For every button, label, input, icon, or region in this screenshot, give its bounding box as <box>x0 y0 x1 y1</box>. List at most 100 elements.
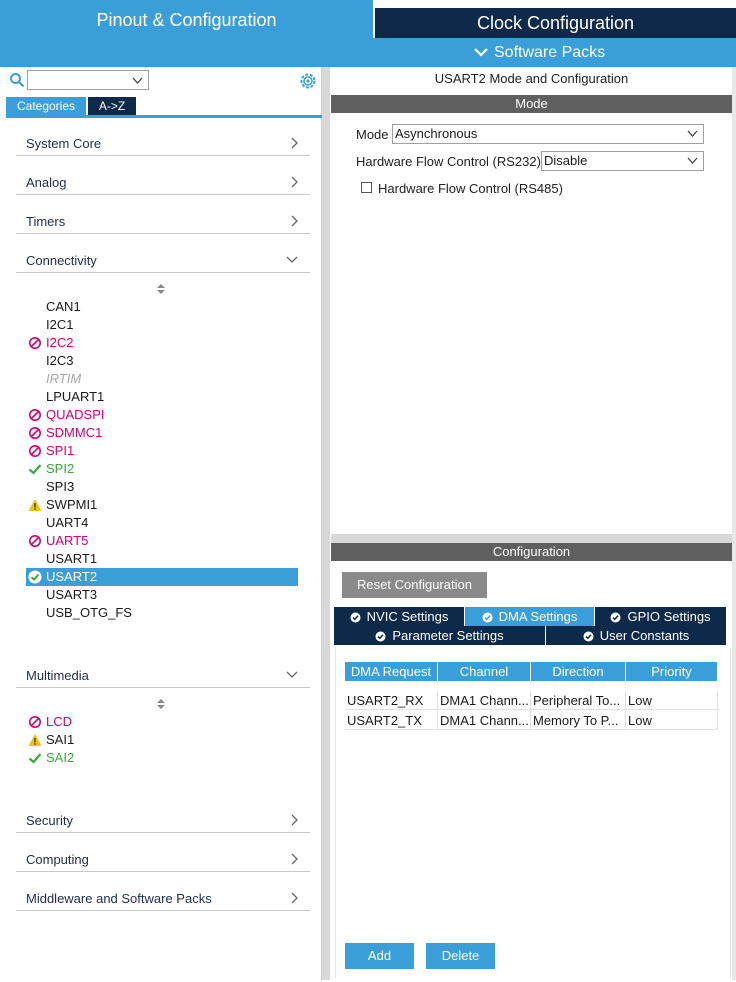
list-item-swpmi1[interactable]: SWPMI1 <box>26 496 298 514</box>
category-label: Timers <box>26 214 66 229</box>
configuration-section-header: Configuration <box>331 543 732 561</box>
list-item-label: USART1 <box>46 551 98 566</box>
table-cell: Low <box>626 711 718 730</box>
tab-label: GPIO Settings <box>627 609 711 624</box>
list-item-spi2[interactable]: SPI2 <box>26 460 298 478</box>
column-header[interactable]: Direction <box>531 662 625 681</box>
check-circle-icon <box>482 612 493 623</box>
category-analog[interactable]: Analog <box>16 165 310 195</box>
list-item-irtim[interactable]: IRTIM <box>26 370 298 388</box>
category-timers[interactable]: Timers <box>16 204 310 234</box>
column-header[interactable]: Channel <box>438 662 530 681</box>
column-header[interactable]: Priority <box>626 662 717 681</box>
tab-pinout-configuration[interactable]: Pinout & Configuration <box>0 0 373 38</box>
panel-splitter[interactable] <box>322 67 330 980</box>
list-item-label: I2C3 <box>46 353 74 368</box>
mode-label: Mode <box>356 127 389 142</box>
table-cell: Peripheral To... <box>531 691 626 710</box>
tab-dma-settings[interactable]: DMA Settings <box>465 607 594 626</box>
check-circle-icon <box>28 570 42 584</box>
category-label: Multimedia <box>26 668 89 683</box>
software-packs-label: Software Packs <box>494 44 606 61</box>
category-security[interactable]: Security <box>16 803 310 833</box>
category-connectivity[interactable]: Connectivity <box>16 243 310 273</box>
search-icon[interactable] <box>9 72 25 88</box>
list-item-label: SPI1 <box>46 443 75 458</box>
list-item-label: SDMMC1 <box>46 425 103 440</box>
list-item-sdmmc1[interactable]: SDMMC1 <box>26 424 298 442</box>
list-item-label: SWPMI1 <box>46 497 98 512</box>
list-item-label: LPUART1 <box>46 389 105 404</box>
chevron-down-icon[interactable] <box>132 77 143 84</box>
delete-button[interactable]: Delete <box>426 943 495 969</box>
tab-categories[interactable]: Categories <box>6 97 86 115</box>
tab-nvic-settings[interactable]: NVIC Settings <box>334 607 464 626</box>
add-button[interactable]: Add <box>345 943 414 969</box>
software-packs-bar[interactable]: Software Packs <box>0 38 736 67</box>
list-item-quadspi[interactable]: QUADSPI <box>26 406 298 424</box>
list-item-sai1[interactable]: SAI1 <box>26 731 298 749</box>
table-cell: Memory To P... <box>531 711 626 730</box>
chevron-right-icon <box>291 814 298 826</box>
list-item-i2c3[interactable]: I2C3 <box>26 352 298 370</box>
list-item-usart3[interactable]: USART3 <box>26 586 298 604</box>
section-splitter[interactable] <box>331 534 736 543</box>
tab-user-constants[interactable]: User Constants <box>546 626 726 645</box>
category-computing[interactable]: Computing <box>16 842 310 872</box>
tab-label: Parameter Settings <box>392 628 504 643</box>
search-input[interactable] <box>27 70 149 90</box>
list-item-sai2[interactable]: SAI2 <box>26 749 298 767</box>
list-item-label: SAI1 <box>46 732 75 747</box>
check-icon <box>28 464 42 475</box>
list-item-label: LCD <box>46 714 73 729</box>
list-item-uart5[interactable]: UART5 <box>26 532 298 550</box>
list-item-usart2[interactable]: USART2 <box>26 568 298 586</box>
gear-icon[interactable] <box>298 71 318 91</box>
check-circle-icon <box>583 631 594 642</box>
list-item-lpuart1[interactable]: LPUART1 <box>26 388 298 406</box>
chevron-right-icon <box>291 176 298 188</box>
table-cell: DMA1 Chann... <box>438 711 531 730</box>
list-item-i2c1[interactable]: I2C1 <box>26 316 298 334</box>
chevron-down-icon <box>286 256 298 263</box>
list-item-label: SPI2 <box>46 461 75 476</box>
sort-icon[interactable] <box>156 698 166 710</box>
list-item-spi1[interactable]: SPI1 <box>26 442 298 460</box>
blocked-icon <box>29 445 41 457</box>
list-item-usb_otg_fs[interactable]: USB_OTG_FS <box>26 604 298 622</box>
list-item-uart4[interactable]: UART4 <box>26 514 298 532</box>
chevron-down-icon <box>687 157 698 164</box>
list-item-usart1[interactable]: USART1 <box>26 550 298 568</box>
hfc-rs232-value: Disable <box>544 153 588 168</box>
check-circle-icon <box>350 612 361 623</box>
category-label: Computing <box>26 852 89 867</box>
list-item-i2c2[interactable]: I2C2 <box>26 334 298 352</box>
list-item-label: I2C1 <box>46 317 74 332</box>
mode-config-title: USART2 Mode and Configuration <box>434 71 629 86</box>
list-item-spi3[interactable]: SPI3 <box>26 478 298 496</box>
reset-configuration-button[interactable]: Reset Configuration <box>342 572 487 598</box>
list-item-can1[interactable]: CAN1 <box>26 298 298 316</box>
tab-label: User Constants <box>599 628 690 643</box>
list-item-lcd[interactable]: LCD <box>26 713 298 731</box>
right-edge <box>732 67 736 980</box>
list-item-label: UART4 <box>46 515 89 530</box>
hfc-rs232-select[interactable]: Disable <box>541 151 704 171</box>
column-header[interactable]: DMA Request <box>345 662 437 681</box>
category-multimedia[interactable]: Multimedia <box>16 658 310 688</box>
tab-parameter-settings[interactable]: Parameter Settings <box>334 626 545 645</box>
category-label: Connectivity <box>26 253 97 268</box>
list-item-label: USART3 <box>46 587 98 602</box>
list-item-label: UART5 <box>46 533 89 548</box>
sort-icon[interactable] <box>156 283 166 295</box>
mode-select[interactable]: Asynchronous <box>392 124 704 144</box>
category-label: Analog <box>26 175 67 190</box>
category-system-core[interactable]: System Core <box>16 126 310 156</box>
category-label: System Core <box>26 136 102 151</box>
tab-clock-configuration[interactable]: Clock Configuration <box>375 8 736 38</box>
tab-a-to-z[interactable]: A->Z <box>88 97 136 115</box>
hfc-rs485-checkbox[interactable] <box>361 182 372 193</box>
table-cell: DMA1 Chann... <box>438 691 531 710</box>
tab-gpio-settings[interactable]: GPIO Settings <box>595 607 726 626</box>
category-middleware[interactable]: Middleware and Software Packs <box>16 881 310 911</box>
